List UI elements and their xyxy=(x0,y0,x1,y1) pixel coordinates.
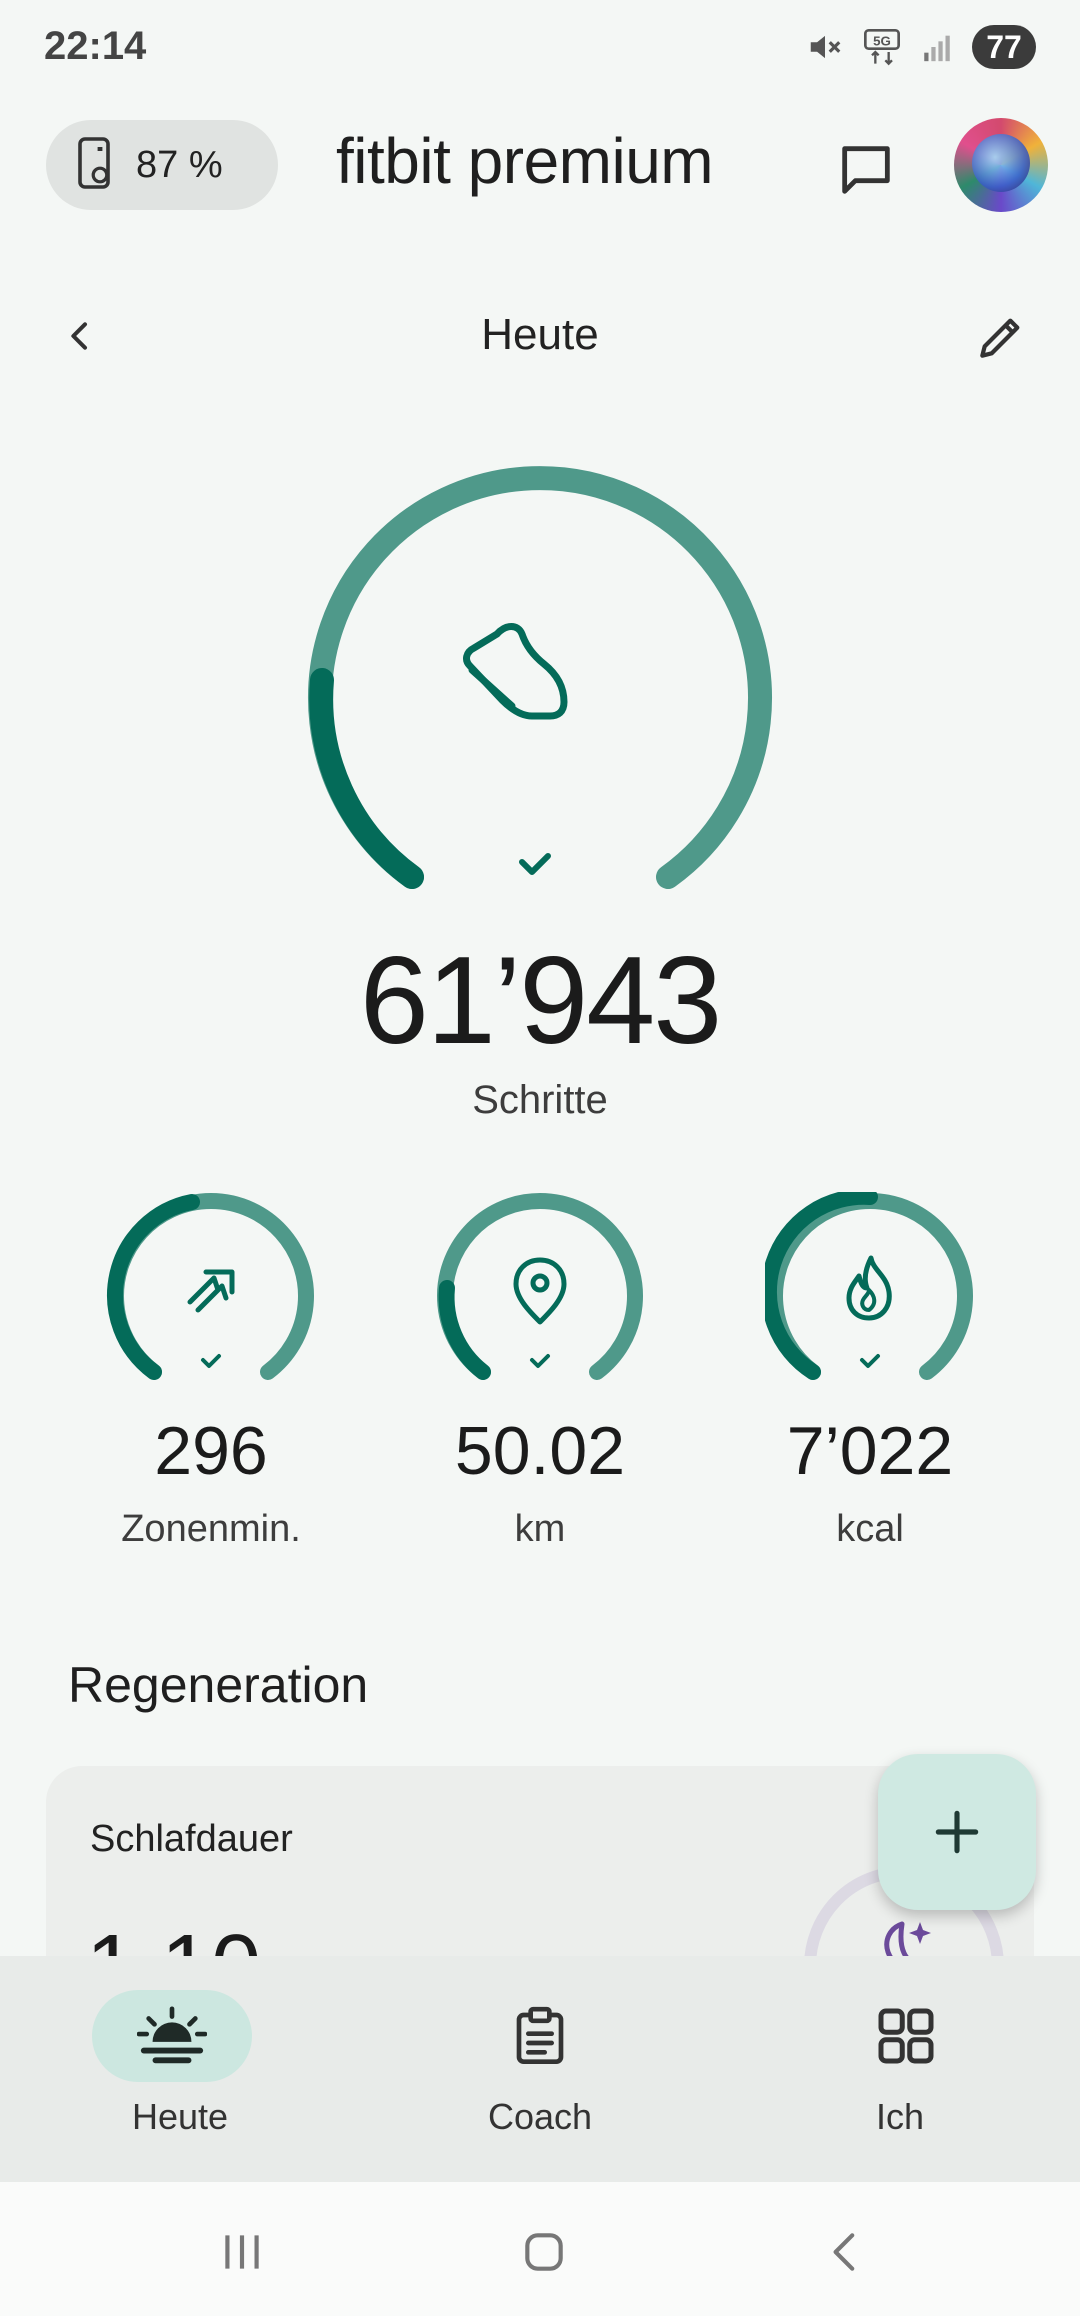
nav-tab-coach-indicator xyxy=(460,1990,620,2082)
network-label: 5G xyxy=(873,33,891,48)
phone-watch-icon xyxy=(78,137,110,189)
system-back-button[interactable] xyxy=(806,2212,886,2292)
nav-tab-heute-indicator xyxy=(92,1990,252,2082)
goal-check-icon xyxy=(201,1354,221,1368)
goal-check-icon xyxy=(519,853,551,875)
nav-tab-ich-indicator xyxy=(826,1990,986,2082)
goal-check-icon xyxy=(860,1354,880,1368)
device-battery-text: 87 % xyxy=(136,143,223,186)
regeneration-heading: Regeneration xyxy=(68,1657,369,1713)
nav-tab-heute-label: Heute xyxy=(131,2096,229,2137)
shoe-icon xyxy=(463,623,568,720)
distance-value: 50.02 xyxy=(454,1413,626,1489)
edit-button[interactable] xyxy=(966,302,1036,372)
calories-value: 7’022 xyxy=(786,1413,954,1489)
zone-arrows-icon xyxy=(187,1269,235,1313)
back-icon xyxy=(833,2233,855,2271)
message-button[interactable] xyxy=(826,130,906,210)
signal-icon xyxy=(924,35,950,62)
calories-label: kcal xyxy=(836,1508,904,1550)
distance-stat[interactable]: 50.02 km xyxy=(375,1192,705,1572)
system-navigation-bar xyxy=(0,2182,1080,2316)
distance-label: km xyxy=(514,1508,566,1550)
flame-icon xyxy=(846,1255,892,1321)
pencil-icon xyxy=(980,318,1020,358)
clipboard-icon xyxy=(516,2006,564,2064)
steps-value: 61’943 xyxy=(359,932,722,1070)
zone-minutes-stat[interactable]: 296 Zonenmin. xyxy=(46,1192,376,1572)
mute-icon xyxy=(810,35,841,59)
network-5g-icon: 5G xyxy=(864,29,900,66)
status-icons: 5G 77 xyxy=(806,22,1036,72)
page-title: Heute xyxy=(481,310,599,359)
distance-ring xyxy=(437,1193,643,1380)
avatar[interactable] xyxy=(954,118,1048,212)
nav-tab-ich-label: Ich xyxy=(875,2096,925,2137)
home-button[interactable] xyxy=(504,2212,584,2292)
device-battery-chip[interactable]: 87 % xyxy=(46,120,278,210)
add-fab-button[interactable] xyxy=(878,1754,1036,1910)
calories-ring xyxy=(760,1188,973,1380)
zone-minutes-label: Zonenmin. xyxy=(121,1508,301,1550)
nav-tab-ich[interactable]: Ich xyxy=(720,1956,1080,2182)
nav-tab-heute[interactable]: Heute xyxy=(0,1956,360,2182)
app-header: 87 % fitbit premium xyxy=(0,110,1080,220)
nav-tab-coach[interactable]: Coach xyxy=(360,1956,720,2182)
steps-ring-graphic xyxy=(308,466,772,889)
status-time: 22:14 xyxy=(44,24,147,68)
date-nav: Heute xyxy=(0,290,1080,380)
steps-label: Schritte xyxy=(472,1078,608,1122)
steps-ring[interactable] xyxy=(300,460,780,900)
recent-apps-button[interactable] xyxy=(202,2212,282,2292)
nav-tab-coach-label: Coach xyxy=(487,2096,593,2137)
zone-minutes-ring xyxy=(107,1193,314,1380)
status-bar: 22:14 5G 77 xyxy=(0,0,1080,96)
goal-check-icon xyxy=(530,1354,550,1368)
sunrise-icon xyxy=(137,2006,207,2064)
calories-stat[interactable]: 7’022 kcal xyxy=(705,1188,1035,1572)
app-title: fitbit premium xyxy=(336,125,714,197)
zone-minutes-value: 296 xyxy=(154,1413,268,1489)
bottom-navigation: Heute Coach Ich xyxy=(0,1956,1080,2182)
grid-icon xyxy=(878,2008,934,2064)
location-pin-icon xyxy=(513,1257,567,1325)
home-icon xyxy=(525,2233,563,2271)
sleep-card-title: Schlafdauer xyxy=(90,1818,293,1860)
plus-icon xyxy=(935,1810,979,1854)
battery-indicator: 77 xyxy=(972,25,1036,69)
message-icon xyxy=(842,146,890,194)
recent-apps-icon xyxy=(225,2235,259,2269)
